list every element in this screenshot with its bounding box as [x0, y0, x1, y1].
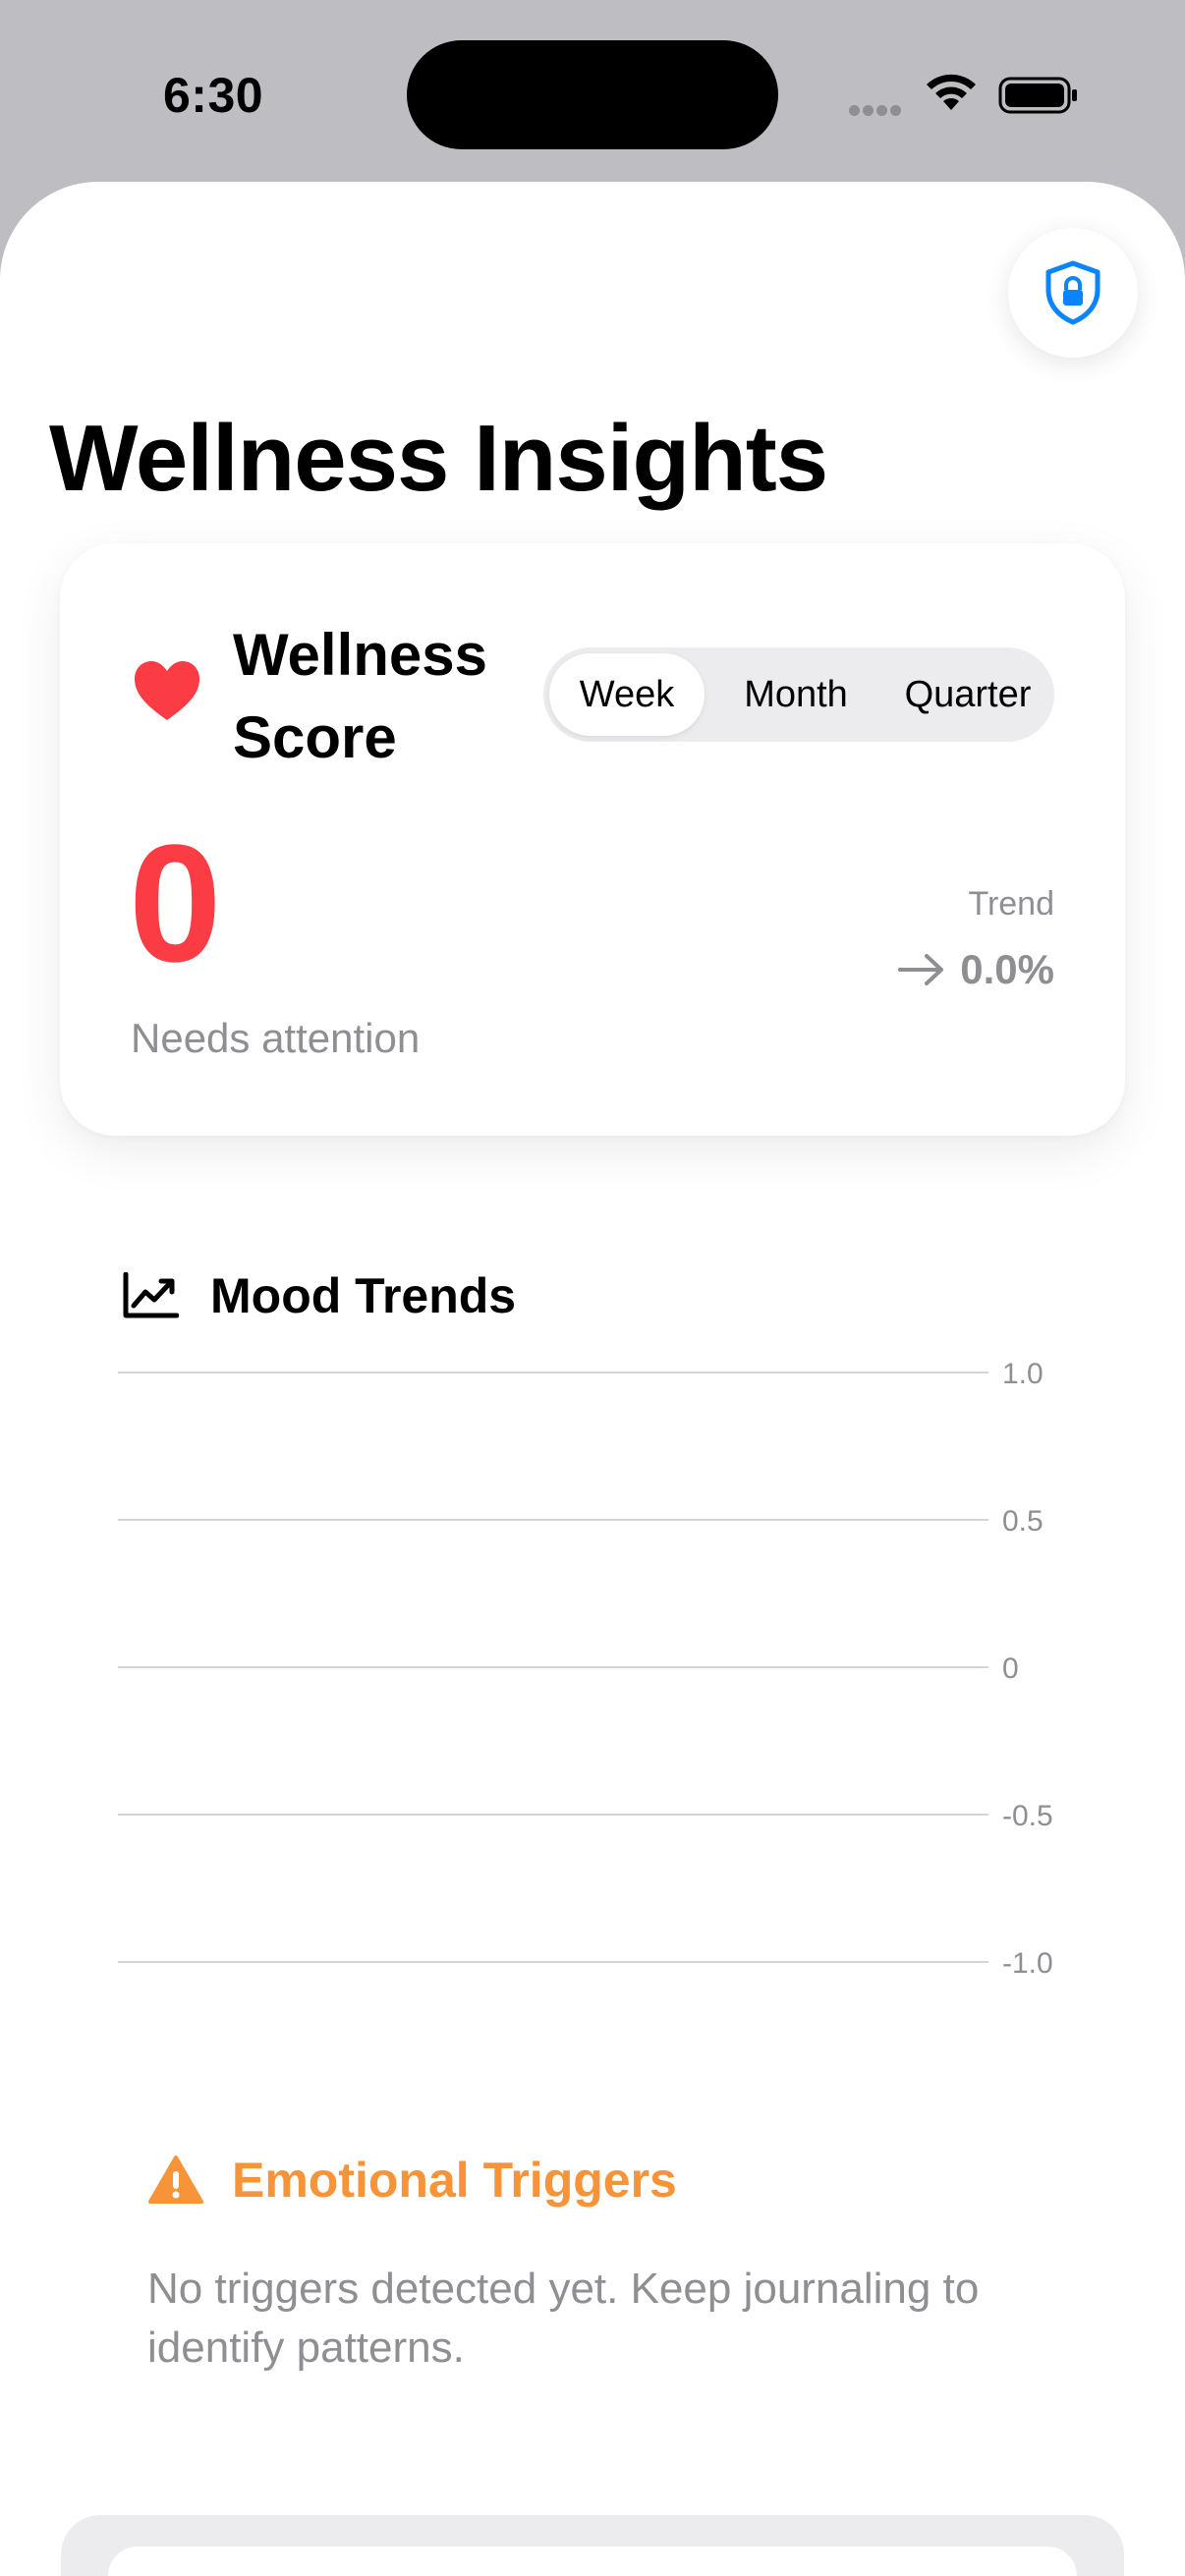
mood-trends-chart: 1.0 0.5 0 -0.5 -1.0: [118, 1358, 1053, 1980]
score-value: 0: [129, 811, 222, 997]
y-tick-label: 1.0: [1002, 1358, 1044, 1390]
battery-icon: [998, 77, 1077, 114]
mood-trends-title: Mood Trends: [210, 1268, 517, 1323]
score-status: Needs attention: [131, 1015, 421, 1061]
trend-indicator: 0.0%: [897, 946, 1054, 993]
segment-week[interactable]: Week: [549, 653, 705, 736]
next-card-inner: [108, 2547, 1077, 2576]
wellness-score-card: Wellness Score Week Month Quarter 0 Need…: [60, 543, 1125, 1136]
chart-line-uptrend-icon: [123, 1272, 179, 1318]
mood-trends-header: Mood Trends: [122, 1267, 516, 1324]
arrow-right-icon: [898, 954, 944, 985]
dynamic-island: [407, 40, 778, 149]
segment-quarter[interactable]: Quarter: [887, 653, 1048, 736]
trend-value: 0.0%: [960, 946, 1054, 992]
y-tick-label: 0.5: [1002, 1505, 1044, 1538]
shield-lock-icon: [1045, 260, 1100, 325]
score-title: Wellness Score: [233, 622, 488, 770]
triggers-title: Emotional Triggers: [232, 2153, 677, 2208]
status-bar: 6:30: [0, 0, 1185, 187]
heart-icon: [135, 661, 199, 720]
warning-triangle-icon: [148, 2156, 203, 2204]
triggers-empty-message: No triggers detected yet. Keep journalin…: [147, 2265, 980, 2372]
segment-month[interactable]: Month: [712, 653, 879, 736]
privacy-lock-button[interactable]: [1008, 228, 1138, 358]
emotional-triggers-section: Emotional Triggers No triggers detected …: [147, 2152, 1051, 2378]
status-time: 6:30: [163, 68, 264, 123]
cellular-signal-icon: [849, 103, 904, 121]
y-tick-label: -1.0: [1002, 1947, 1053, 1980]
y-tick-label: -0.5: [1002, 1800, 1053, 1832]
trend-label: Trend: [968, 885, 1054, 923]
y-tick-label: 0: [1002, 1652, 1019, 1685]
wifi-icon: [927, 74, 976, 110]
period-segmented-control: Week Month Quarter: [543, 647, 1054, 742]
page-title: Wellness Insights: [49, 406, 828, 511]
